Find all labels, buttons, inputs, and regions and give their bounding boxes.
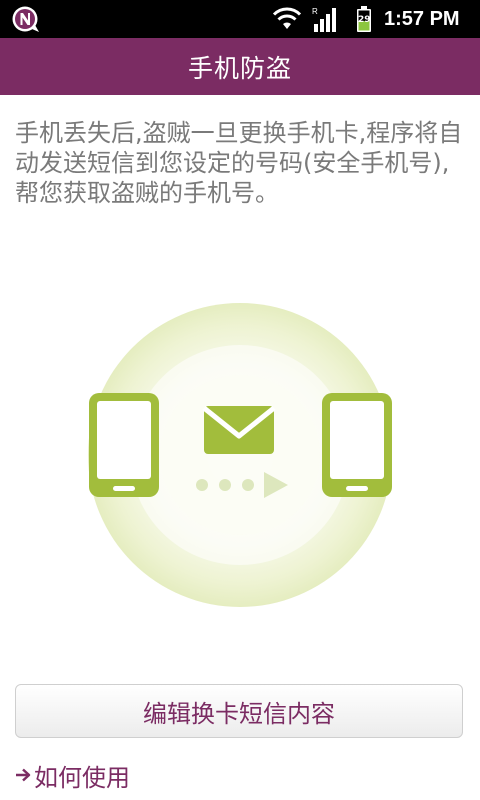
phone-icon: [89, 393, 159, 497]
phone-icon: [322, 393, 392, 497]
n-notification-icon: [12, 6, 39, 32]
clock: 1:57 PM: [384, 8, 460, 30]
glow-circle-inner: [160, 375, 320, 535]
how-to-use-label: 如何使用: [34, 763, 130, 792]
sms-illustration: [88, 303, 392, 607]
title-bar: 手机防盗: [0, 38, 480, 95]
description-text: 手机丢失后,盗贼一旦更换手机卡,程序将自动发送短信到您设定的号码(安全手机号),…: [15, 119, 463, 207]
roaming-indicator: R: [312, 7, 318, 16]
cell-signal-icon: R: [312, 7, 336, 32]
how-to-use-link[interactable]: 如何使用: [14, 758, 130, 792]
battery-charging-icon: 29: [356, 6, 372, 32]
wifi-icon: [272, 7, 302, 29]
edit-sms-content-button[interactable]: 编辑换卡短信内容: [15, 684, 463, 738]
arrow-right-icon: [16, 768, 31, 782]
status-bar: R 29 1:57 PM: [0, 0, 480, 38]
edit-sms-content-label: 编辑换卡短信内容: [143, 699, 335, 728]
battery-level: 29: [358, 15, 371, 25]
envelope-icon: [202, 406, 276, 454]
page-title: 手机防盗: [187, 53, 292, 83]
